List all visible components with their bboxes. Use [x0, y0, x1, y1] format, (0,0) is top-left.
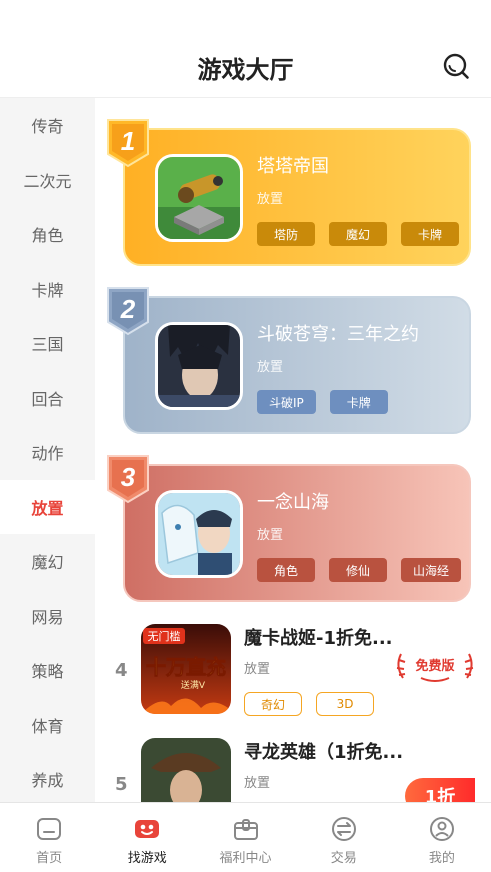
nav-label: 交易	[330, 851, 357, 866]
icon-banner-text: 无门槛	[148, 629, 181, 643]
user-icon	[429, 817, 454, 841]
sidebar-item-tiyu[interactable]: 体育	[0, 698, 95, 753]
game-name: 塔塔帝国	[257, 156, 329, 177]
sidebar-item-fangzhi[interactable]: 放置	[0, 479, 95, 534]
sidebar-item-mohuan[interactable]: 魔幻	[0, 534, 95, 589]
list-item[interactable]: 5 寻龙英雄（1折免... 放置 1折	[95, 730, 491, 802]
list-item[interactable]: 4 无门槛 十万直充 送满V 魔卡战姬-1折免... 放置 奇幻 3D 免费版	[95, 616, 491, 728]
game-list: 塔塔帝国 放置 塔防 魔幻 卡牌 1 斗破苍穹：三年之约 放置 斗破IP 卡牌	[95, 98, 491, 802]
free-version-badge: 免费版	[396, 653, 474, 682]
game-tag: 魔幻	[329, 222, 387, 246]
game-tag: 3D	[316, 692, 374, 716]
game-tag: 卡牌	[329, 390, 388, 414]
sidebar-item-yangcheng[interactable]: 养成	[0, 752, 95, 802]
game-tags: 斗破IP 卡牌	[257, 390, 388, 414]
sidebar-item-sanguo[interactable]: 三国	[0, 316, 95, 371]
exchange-icon	[331, 817, 356, 841]
game-tags: 塔防 魔幻 卡牌	[257, 222, 459, 246]
game-icon	[141, 738, 231, 802]
game-tags: 奇幻 3D	[244, 692, 374, 716]
sidebar-item-kapai[interactable]: 卡牌	[0, 262, 95, 317]
sidebar-item-celue[interactable]: 策略	[0, 643, 95, 698]
game-tag: 角色	[257, 558, 315, 582]
category-sidebar: 传奇 二次元 角色 卡牌 三国 回合 动作 放置 魔幻 网易 策略 体育 养成	[0, 98, 95, 802]
discount-badge: 1折	[405, 778, 475, 802]
game-category: 放置	[257, 192, 284, 207]
search-icon[interactable]	[442, 52, 470, 80]
game-tag: 塔防	[257, 222, 315, 246]
game-category: 放置	[244, 776, 271, 791]
sidebar-item-dongzuo[interactable]: 动作	[0, 425, 95, 480]
rank-number: 1	[121, 126, 135, 156]
nav-welfare-center[interactable]: 福利中心	[196, 803, 294, 872]
nav-label: 找游戏	[127, 851, 167, 866]
game-icon	[155, 322, 243, 410]
rank-1-badge: 1	[107, 119, 149, 168]
rank-number: 4	[115, 660, 128, 681]
game-icon	[155, 154, 243, 242]
nav-home[interactable]: 首页	[0, 803, 98, 872]
game-tag: 修仙	[329, 558, 387, 582]
icon-headline-text: 十万直充	[146, 655, 226, 679]
nav-label: 我的	[428, 851, 455, 866]
game-tag: 山海经	[401, 558, 462, 582]
game-name: 魔卡战姬-1折免...	[244, 628, 393, 649]
badge-text: 免费版	[415, 658, 454, 674]
gift-box-icon	[233, 819, 258, 840]
top-header: 游戏大厅	[0, 0, 491, 98]
game-tag: 奇幻	[244, 692, 302, 716]
nav-label: 福利中心	[219, 851, 272, 866]
rank-3-badge: 3	[107, 455, 149, 504]
top-game-card[interactable]: 斗破苍穹：三年之约 放置 斗破IP 卡牌	[123, 296, 471, 434]
sidebar-item-juese[interactable]: 角色	[0, 207, 95, 262]
nav-mine[interactable]: 我的	[393, 803, 491, 872]
home-icon	[37, 818, 62, 840]
nav-find-games[interactable]: 找游戏	[98, 803, 196, 872]
game-name: 一念山海	[257, 492, 329, 513]
gamepad-icon	[135, 820, 160, 838]
top-game-card[interactable]: 塔塔帝国 放置 塔防 魔幻 卡牌	[123, 128, 471, 266]
game-category: 放置	[257, 360, 284, 375]
rank-number: 5	[115, 774, 128, 795]
game-tags: 角色 修仙 山海经	[257, 558, 462, 582]
game-icon: 无门槛 十万直充 送满V	[141, 624, 231, 714]
top-game-card[interactable]: 一念山海 放置 角色 修仙 山海经	[123, 464, 471, 602]
rank-number: 2	[120, 294, 136, 324]
nav-label: 首页	[36, 851, 63, 866]
game-category: 放置	[257, 528, 284, 543]
sidebar-item-huihe[interactable]: 回合	[0, 371, 95, 426]
game-tag: 卡牌	[401, 222, 459, 246]
icon-sub-text: 送满V	[181, 679, 206, 691]
game-name: 寻龙英雄（1折免...	[244, 742, 404, 763]
sidebar-item-wangyi[interactable]: 网易	[0, 589, 95, 644]
game-icon	[155, 490, 243, 578]
sidebar-item-erciyuan[interactable]: 二次元	[0, 153, 95, 208]
game-name: 斗破苍穹：三年之约	[257, 324, 419, 345]
sidebar-item-chuanqi[interactable]: 传奇	[0, 98, 95, 153]
bottom-nav: 首页 找游戏 福利中心 交易 我的	[0, 802, 491, 872]
rank-number: 3	[121, 462, 136, 492]
nav-trade[interactable]: 交易	[295, 803, 393, 872]
rank-2-badge: 2	[107, 287, 149, 336]
page-title: 游戏大厅	[197, 56, 294, 84]
game-tag: 斗破IP	[257, 390, 316, 414]
game-category: 放置	[244, 662, 271, 677]
